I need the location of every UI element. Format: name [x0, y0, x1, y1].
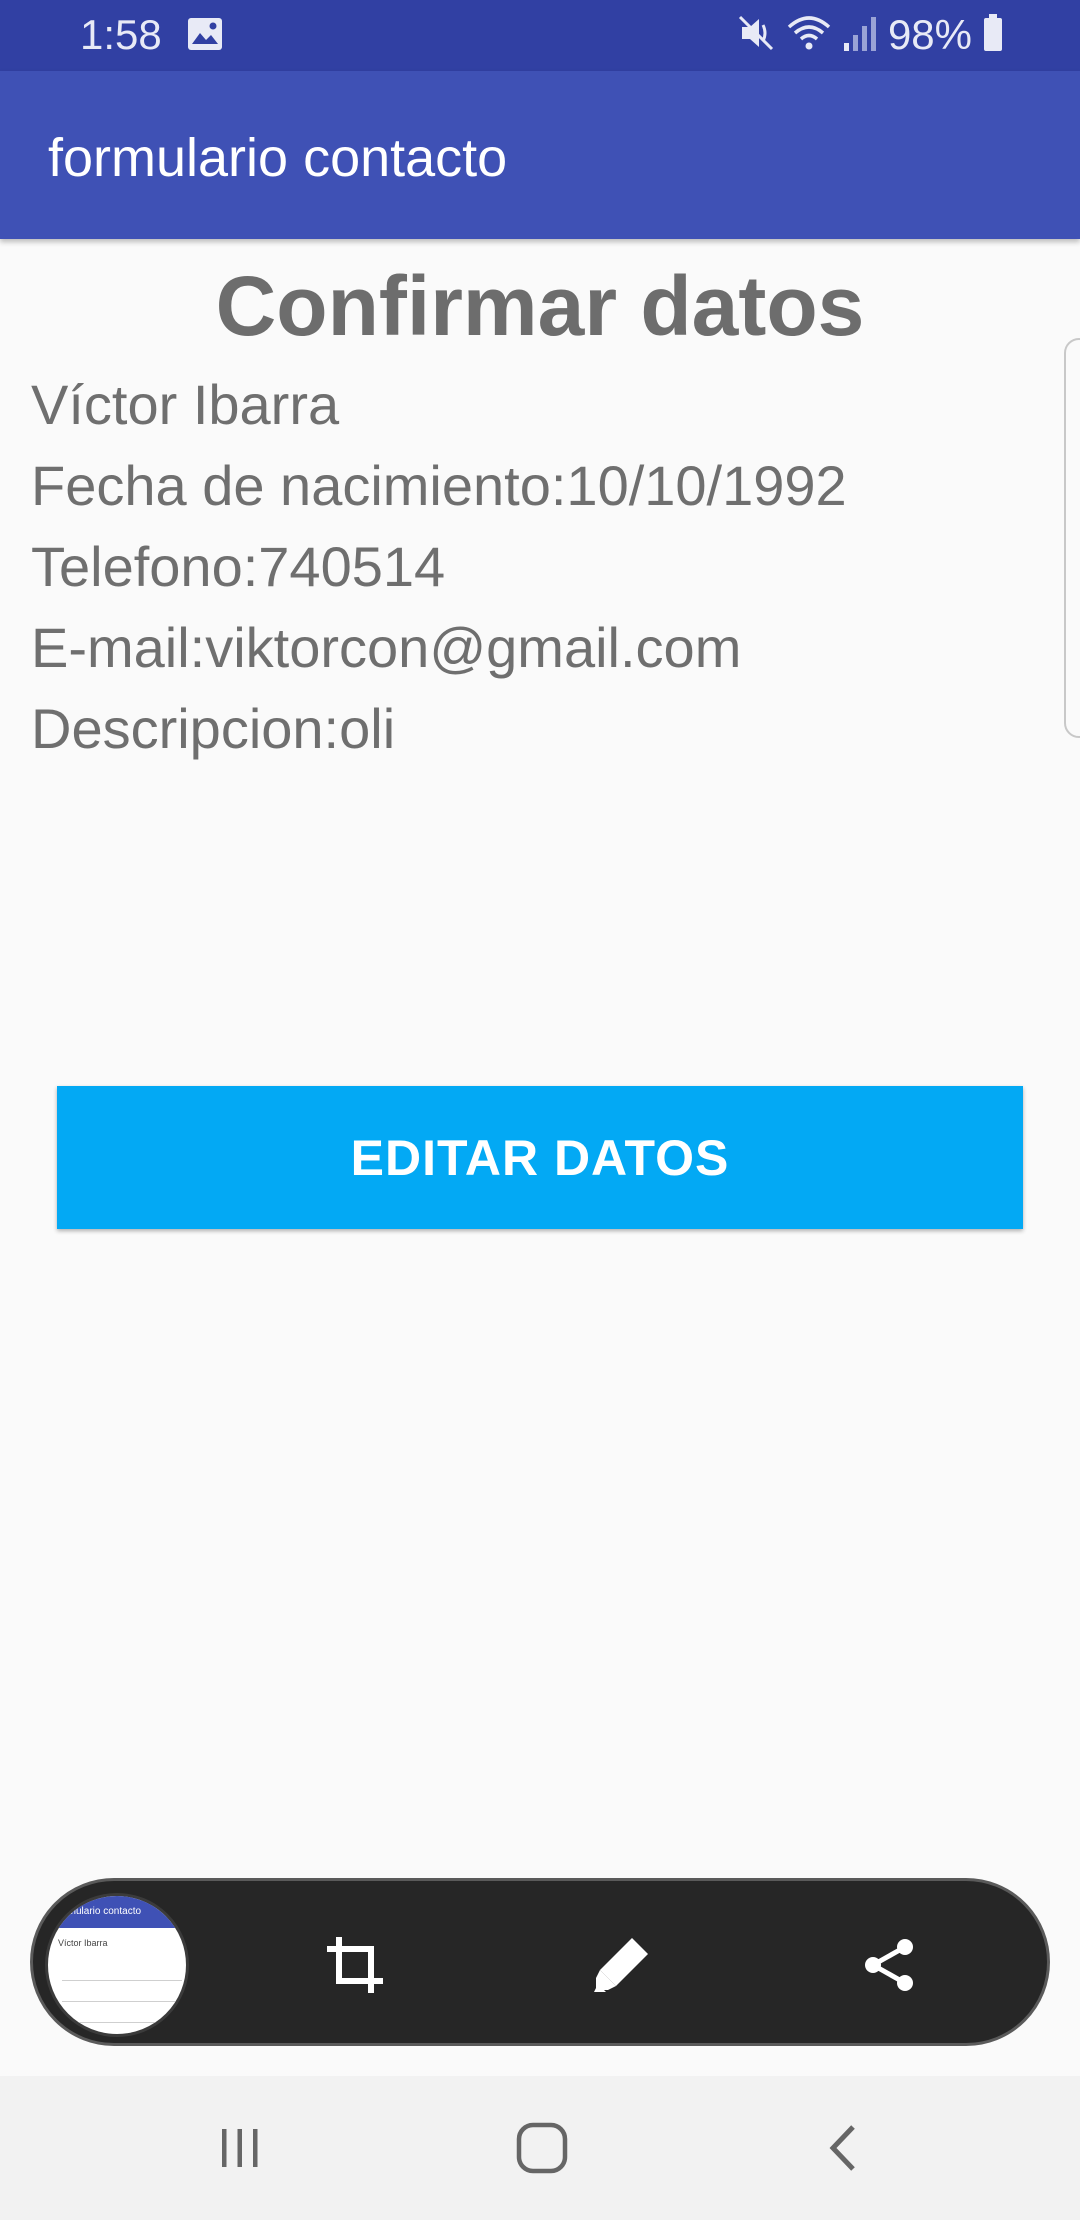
- gallery-icon: [187, 17, 223, 51]
- signal-icon: [842, 13, 878, 58]
- description: Descripcion:oli: [31, 697, 396, 760]
- app-title: formulario contacto: [48, 128, 508, 188]
- contact-name: Víctor Ibarra: [31, 373, 340, 436]
- thumb-title: formulario contacto: [56, 1906, 142, 1917]
- status-icons: 98%: [736, 10, 1004, 60]
- screenshot-toolbar: formulario contacto Víctor Ibarra: [30, 1878, 1050, 2046]
- edit-data-button[interactable]: EDITAR DATOS: [57, 1086, 1023, 1229]
- mute-icon: [736, 13, 776, 58]
- navigation-bar: [0, 2076, 1080, 2220]
- thumb-line: Víctor Ibarra: [58, 1938, 108, 1948]
- status-time: 1:58: [80, 11, 162, 58]
- battery-icon: [982, 13, 1004, 58]
- edit-pencil-icon[interactable]: [571, 1915, 671, 2015]
- share-icon[interactable]: [839, 1915, 939, 2015]
- edge-panel-handle[interactable]: [1064, 338, 1080, 738]
- wifi-icon: [786, 13, 832, 58]
- app-bar: formulario contacto: [0, 71, 1080, 239]
- page-title: Confirmar datos: [215, 259, 865, 353]
- home-icon[interactable]: [492, 2098, 592, 2198]
- screenshot-thumbnail[interactable]: formulario contacto Víctor Ibarra: [45, 1893, 189, 2037]
- birth-date: Fecha de nacimiento:10/10/1992: [31, 454, 847, 517]
- phone: Telefono:740514: [31, 535, 446, 598]
- back-icon[interactable]: [794, 2098, 894, 2198]
- status-bar: 1:58 98%: [0, 0, 1080, 71]
- email: E-mail:viktorcon@gmail.com: [31, 616, 742, 679]
- recents-icon[interactable]: [190, 2098, 290, 2198]
- thumb-grid: [62, 1960, 182, 2030]
- crop-icon[interactable]: [305, 1915, 405, 2015]
- battery-percent: 98%: [887, 11, 972, 58]
